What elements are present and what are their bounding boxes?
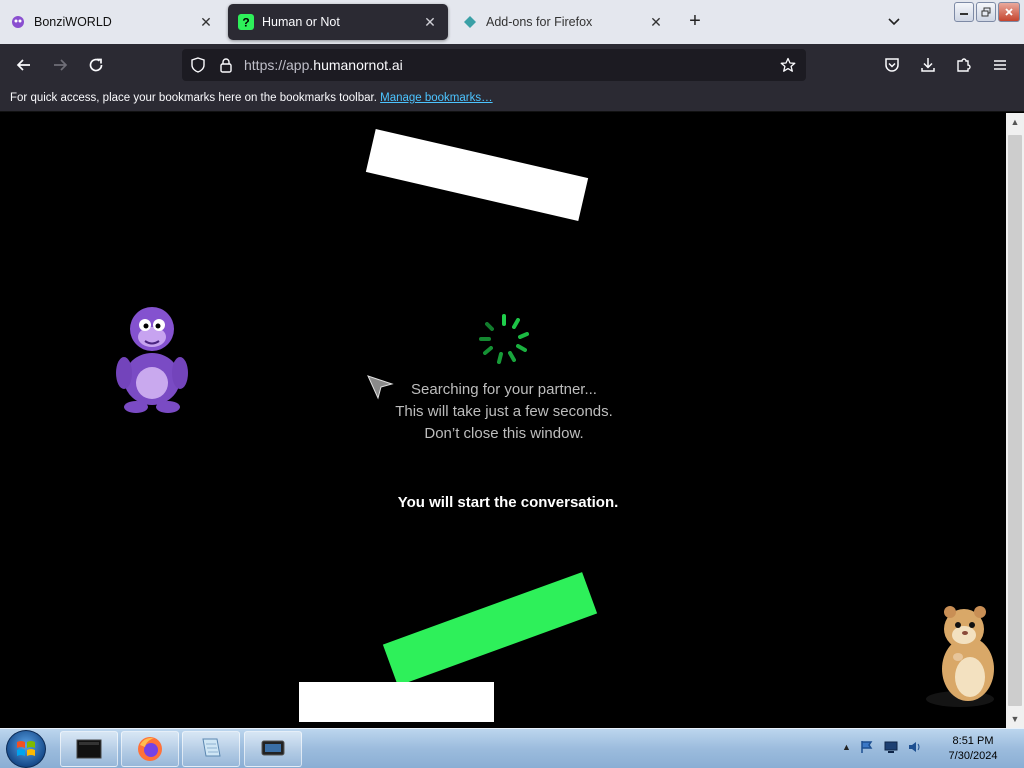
bookmarks-toolbar: For quick access, place your bookmarks h…	[0, 86, 1024, 112]
decorative-green-bar	[382, 572, 598, 686]
decorative-white-bar-bottom	[299, 682, 494, 722]
bonzi-buddy-icon[interactable]	[108, 301, 198, 417]
taskbar-explorer-window[interactable]	[60, 731, 118, 767]
tab-human-or-not[interactable]: ? Human or Not ✕	[228, 4, 448, 40]
bookmark-star-icon[interactable]	[780, 57, 796, 73]
notepad-icon	[202, 738, 221, 757]
back-arrow-icon[interactable]	[12, 53, 36, 77]
downloads-icon[interactable]	[916, 53, 940, 77]
extensions-puzzle-icon[interactable]	[952, 53, 976, 77]
url-bar[interactable]: https://app.humanornot.ai	[182, 49, 806, 81]
action-center-flag-icon[interactable]	[859, 739, 875, 755]
show-hidden-icons-arrow-icon[interactable]: ▲	[842, 742, 851, 752]
tab-bonziworld[interactable]: BonziWORLD ✕	[0, 4, 224, 40]
pocket-icon[interactable]	[880, 53, 904, 77]
new-tab-button[interactable]: +	[684, 10, 706, 32]
close-tab-icon[interactable]: ✕	[422, 14, 438, 30]
forward-arrow-icon[interactable]	[48, 53, 72, 77]
minimize-icon[interactable]	[954, 2, 974, 22]
start-button[interactable]	[6, 730, 46, 768]
tab-title: BonziWORLD	[34, 15, 112, 29]
explorer-window-icon	[76, 739, 102, 759]
taskbar-firefox[interactable]	[121, 731, 179, 767]
close-tab-icon[interactable]: ✕	[648, 14, 664, 30]
url-domain: humanornot.ai	[313, 57, 403, 73]
scrollbar-thumb[interactable]	[1008, 135, 1022, 706]
manage-bookmarks-link[interactable]: Manage bookmarks…	[380, 92, 493, 104]
windows-logo-icon	[17, 741, 35, 756]
close-tab-icon[interactable]: ✕	[198, 14, 214, 30]
tab-addons[interactable]: Add-ons for Firefox ✕	[452, 4, 674, 40]
url-prefix: https://app.	[244, 57, 314, 73]
hamburger-menu-icon[interactable]	[988, 53, 1012, 77]
hamster-pet-icon[interactable]	[920, 603, 1006, 709]
status-line: This will take just a few seconds.	[395, 403, 613, 420]
computer-icon	[261, 740, 285, 756]
tab-title: Add-ons for Firefox	[486, 15, 593, 29]
page-content: Searching for your partner... This will …	[0, 113, 1006, 728]
bonzi-favicon-icon	[10, 14, 26, 30]
windows-taskbar: ▲ 8:51 PM 7/30/2024	[0, 728, 1024, 768]
list-all-tabs-chevron-icon[interactable]	[884, 12, 904, 32]
tab-title: Human or Not	[262, 15, 340, 29]
volume-speaker-icon[interactable]	[907, 739, 923, 755]
conversation-start-note: You will start the conversation.	[397, 494, 619, 511]
system-clock[interactable]: 8:51 PM 7/30/2024	[930, 734, 1016, 764]
search-status: Searching for your partner... This will …	[356, 379, 652, 445]
vertical-scrollbar[interactable]: ▲ ▼	[1006, 113, 1024, 728]
decorative-white-bar-top	[365, 129, 589, 221]
window-controls	[954, 2, 1020, 22]
taskbar-notepad[interactable]	[182, 731, 240, 767]
system-tray: ▲	[842, 739, 923, 755]
padlock-icon[interactable]	[218, 57, 234, 73]
url-text[interactable]: https://app.humanornot.ai	[244, 57, 403, 73]
firefox-icon	[138, 737, 162, 761]
loading-spinner-icon	[477, 312, 531, 366]
scroll-up-arrow-icon[interactable]: ▲	[1006, 113, 1024, 131]
taskbar-computer[interactable]	[244, 731, 302, 767]
bookmarks-message: For quick access, place your bookmarks h…	[10, 92, 377, 104]
svg-text:?: ?	[242, 16, 249, 30]
restore-icon[interactable]	[976, 2, 996, 22]
reload-icon[interactable]	[84, 53, 108, 77]
status-line: Searching for your partner...	[411, 381, 597, 398]
question-favicon-icon: ?	[238, 14, 254, 30]
scroll-down-arrow-icon[interactable]: ▼	[1006, 710, 1024, 728]
navigation-toolbar: https://app.humanornot.ai	[0, 44, 1024, 86]
tab-strip: BonziWORLD ✕ ? Human or Not ✕ Add-ons fo…	[0, 0, 1024, 44]
status-line: Don’t close this window.	[424, 425, 584, 442]
clock-time: 8:51 PM	[952, 735, 994, 747]
addons-favicon-icon	[462, 14, 478, 30]
close-window-icon[interactable]	[998, 2, 1020, 22]
clock-date: 7/30/2024	[948, 750, 998, 762]
tracking-shield-icon[interactable]	[190, 57, 206, 73]
network-monitor-icon[interactable]	[883, 739, 899, 755]
